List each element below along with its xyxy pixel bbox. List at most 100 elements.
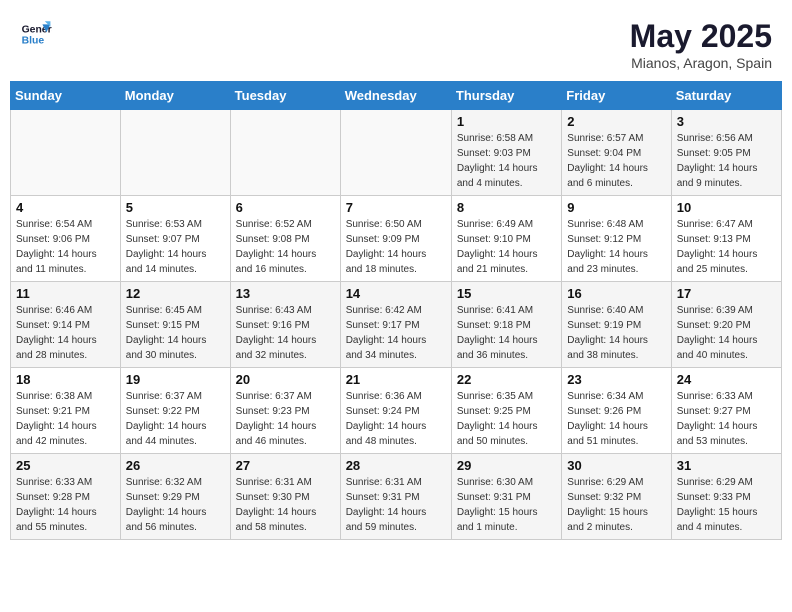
calendar-cell	[120, 110, 230, 196]
day-info: Sunrise: 6:42 AM Sunset: 9:17 PM Dayligh…	[346, 303, 446, 363]
day-info: Sunrise: 6:46 AM Sunset: 9:14 PM Dayligh…	[16, 303, 115, 363]
day-number: 1	[457, 114, 556, 129]
day-number: 24	[677, 372, 776, 387]
main-title: May 2025	[630, 18, 772, 55]
page-header: General Blue May 2025 Mianos, Aragon, Sp…	[10, 10, 782, 75]
column-header-thursday: Thursday	[451, 82, 561, 110]
day-number: 16	[567, 286, 665, 301]
column-header-monday: Monday	[120, 82, 230, 110]
calendar-cell: 31Sunrise: 6:29 AM Sunset: 9:33 PM Dayli…	[671, 454, 781, 540]
svg-text:Blue: Blue	[22, 36, 45, 47]
calendar-cell: 21 Sunrise: 6:36 AM Sunset: 9:24 PM Dayli…	[340, 368, 451, 454]
day-info: Sunrise: 6:58 AM Sunset: 9:03 PM Dayligh…	[457, 131, 556, 191]
day-number: 8	[457, 200, 556, 215]
day-number: 18	[16, 372, 115, 387]
day-info: Sunrise: 6:33 AM Sunset: 9:27 PM Dayligh…	[677, 389, 776, 449]
calendar-cell: 17 Sunrise: 6:39 AM Sunset: 9:20 PM Dayli…	[671, 282, 781, 368]
calendar-header-row: SundayMondayTuesdayWednesdayThursdayFrid…	[11, 82, 782, 110]
logo-icon: General Blue	[20, 18, 52, 50]
column-header-tuesday: Tuesday	[230, 82, 340, 110]
day-info: Sunrise: 6:35 AM Sunset: 9:25 PM Dayligh…	[457, 389, 556, 449]
day-info: Sunrise: 6:31 AM Sunset: 9:31 PM Dayligh…	[346, 475, 446, 535]
calendar-cell: 8 Sunrise: 6:49 AM Sunset: 9:10 PM Daylig…	[451, 196, 561, 282]
day-number: 10	[677, 200, 776, 215]
day-info: Sunrise: 6:32 AM Sunset: 9:29 PM Dayligh…	[126, 475, 225, 535]
column-header-wednesday: Wednesday	[340, 82, 451, 110]
calendar-cell: 23 Sunrise: 6:34 AM Sunset: 9:26 PM Dayli…	[562, 368, 671, 454]
calendar-cell	[230, 110, 340, 196]
day-number: 27	[236, 458, 335, 473]
calendar-cell: 22Sunrise: 6:35 AM Sunset: 9:25 PM Dayli…	[451, 368, 561, 454]
day-number: 26	[126, 458, 225, 473]
calendar-cell: 9 Sunrise: 6:48 AM Sunset: 9:12 PM Daylig…	[562, 196, 671, 282]
calendar-cell: 12Sunrise: 6:45 AM Sunset: 9:15 PM Dayli…	[120, 282, 230, 368]
title-area: May 2025 Mianos, Aragon, Spain	[630, 18, 772, 71]
calendar-cell: 18Sunrise: 6:38 AM Sunset: 9:21 PM Dayli…	[11, 368, 121, 454]
logo: General Blue	[20, 18, 52, 50]
calendar-cell: 30 Sunrise: 6:29 AM Sunset: 9:32 PM Dayli…	[562, 454, 671, 540]
column-header-friday: Friday	[562, 82, 671, 110]
calendar-week-5: 25 Sunrise: 6:33 AM Sunset: 9:28 PM Dayli…	[11, 454, 782, 540]
day-info: Sunrise: 6:40 AM Sunset: 9:19 PM Dayligh…	[567, 303, 665, 363]
calendar-week-4: 18Sunrise: 6:38 AM Sunset: 9:21 PM Dayli…	[11, 368, 782, 454]
day-number: 4	[16, 200, 115, 215]
calendar-cell: 29Sunrise: 6:30 AM Sunset: 9:31 PM Dayli…	[451, 454, 561, 540]
day-info: Sunrise: 6:49 AM Sunset: 9:10 PM Dayligh…	[457, 217, 556, 277]
calendar-cell: 6 Sunrise: 6:52 AM Sunset: 9:08 PM Daylig…	[230, 196, 340, 282]
calendar-cell: 4 Sunrise: 6:54 AM Sunset: 9:06 PM Daylig…	[11, 196, 121, 282]
day-info: Sunrise: 6:34 AM Sunset: 9:26 PM Dayligh…	[567, 389, 665, 449]
day-info: Sunrise: 6:47 AM Sunset: 9:13 PM Dayligh…	[677, 217, 776, 277]
day-number: 12	[126, 286, 225, 301]
day-info: Sunrise: 6:30 AM Sunset: 9:31 PM Dayligh…	[457, 475, 556, 535]
calendar-cell: 28Sunrise: 6:31 AM Sunset: 9:31 PM Dayli…	[340, 454, 451, 540]
day-number: 9	[567, 200, 665, 215]
day-info: Sunrise: 6:37 AM Sunset: 9:23 PM Dayligh…	[236, 389, 335, 449]
calendar-cell: 24 Sunrise: 6:33 AM Sunset: 9:27 PM Dayli…	[671, 368, 781, 454]
calendar-cell: 27 Sunrise: 6:31 AM Sunset: 9:30 PM Dayli…	[230, 454, 340, 540]
calendar-cell: 25 Sunrise: 6:33 AM Sunset: 9:28 PM Dayli…	[11, 454, 121, 540]
day-info: Sunrise: 6:29 AM Sunset: 9:33 PM Dayligh…	[677, 475, 776, 535]
calendar-cell: 15Sunrise: 6:41 AM Sunset: 9:18 PM Dayli…	[451, 282, 561, 368]
day-info: Sunrise: 6:50 AM Sunset: 9:09 PM Dayligh…	[346, 217, 446, 277]
calendar-week-3: 11Sunrise: 6:46 AM Sunset: 9:14 PM Dayli…	[11, 282, 782, 368]
calendar-cell: 16 Sunrise: 6:40 AM Sunset: 9:19 PM Dayli…	[562, 282, 671, 368]
day-info: Sunrise: 6:57 AM Sunset: 9:04 PM Dayligh…	[567, 131, 665, 191]
day-number: 19	[126, 372, 225, 387]
day-info: Sunrise: 6:48 AM Sunset: 9:12 PM Dayligh…	[567, 217, 665, 277]
day-number: 21	[346, 372, 446, 387]
day-number: 6	[236, 200, 335, 215]
day-info: Sunrise: 6:56 AM Sunset: 9:05 PM Dayligh…	[677, 131, 776, 191]
day-info: Sunrise: 6:29 AM Sunset: 9:32 PM Dayligh…	[567, 475, 665, 535]
day-number: 2	[567, 114, 665, 129]
day-number: 14	[346, 286, 446, 301]
calendar-week-2: 4 Sunrise: 6:54 AM Sunset: 9:06 PM Daylig…	[11, 196, 782, 282]
calendar-cell: 2 Sunrise: 6:57 AM Sunset: 9:04 PM Daylig…	[562, 110, 671, 196]
day-info: Sunrise: 6:52 AM Sunset: 9:08 PM Dayligh…	[236, 217, 335, 277]
column-header-sunday: Sunday	[11, 82, 121, 110]
day-info: Sunrise: 6:31 AM Sunset: 9:30 PM Dayligh…	[236, 475, 335, 535]
day-number: 13	[236, 286, 335, 301]
day-number: 3	[677, 114, 776, 129]
subtitle: Mianos, Aragon, Spain	[630, 55, 772, 71]
calendar-cell: 5Sunrise: 6:53 AM Sunset: 9:07 PM Daylig…	[120, 196, 230, 282]
day-number: 30	[567, 458, 665, 473]
day-number: 25	[16, 458, 115, 473]
column-header-saturday: Saturday	[671, 82, 781, 110]
day-info: Sunrise: 6:33 AM Sunset: 9:28 PM Dayligh…	[16, 475, 115, 535]
calendar-cell: 3 Sunrise: 6:56 AM Sunset: 9:05 PM Daylig…	[671, 110, 781, 196]
calendar-cell: 20 Sunrise: 6:37 AM Sunset: 9:23 PM Dayli…	[230, 368, 340, 454]
day-number: 17	[677, 286, 776, 301]
day-number: 20	[236, 372, 335, 387]
day-info: Sunrise: 6:36 AM Sunset: 9:24 PM Dayligh…	[346, 389, 446, 449]
day-info: Sunrise: 6:41 AM Sunset: 9:18 PM Dayligh…	[457, 303, 556, 363]
day-info: Sunrise: 6:54 AM Sunset: 9:06 PM Dayligh…	[16, 217, 115, 277]
day-info: Sunrise: 6:43 AM Sunset: 9:16 PM Dayligh…	[236, 303, 335, 363]
calendar-cell	[340, 110, 451, 196]
day-number: 5	[126, 200, 225, 215]
day-number: 23	[567, 372, 665, 387]
calendar-cell: 19Sunrise: 6:37 AM Sunset: 9:22 PM Dayli…	[120, 368, 230, 454]
calendar-table: SundayMondayTuesdayWednesdayThursdayFrid…	[10, 81, 782, 540]
day-info: Sunrise: 6:39 AM Sunset: 9:20 PM Dayligh…	[677, 303, 776, 363]
calendar-cell: 11Sunrise: 6:46 AM Sunset: 9:14 PM Dayli…	[11, 282, 121, 368]
calendar-cell: 10 Sunrise: 6:47 AM Sunset: 9:13 PM Dayli…	[671, 196, 781, 282]
